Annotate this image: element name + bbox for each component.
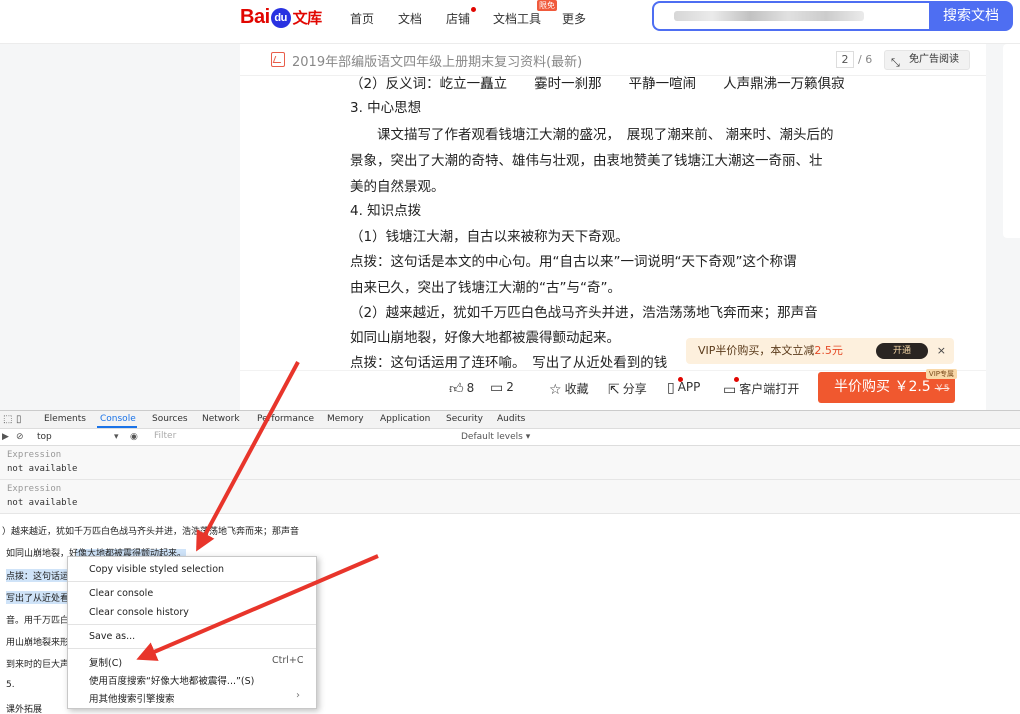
annotation-arrows — [136, 361, 379, 661]
arrow-to-copy — [136, 554, 379, 661]
arrow-to-selection — [196, 361, 300, 552]
